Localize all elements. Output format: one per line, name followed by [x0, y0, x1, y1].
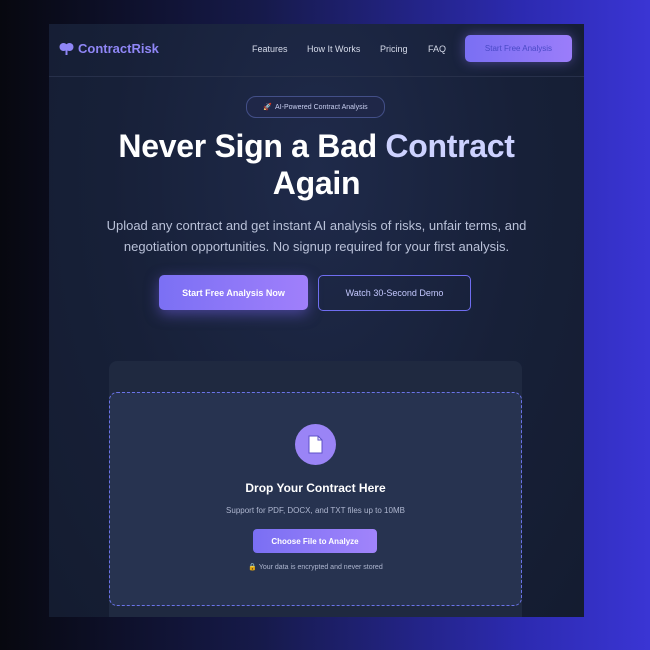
headline-part1: Never Sign a Bad [118, 128, 386, 164]
nav-start-analysis-button[interactable]: Start Free Analysis [465, 35, 572, 62]
security-note-text: Your data is encrypted and never stored [258, 564, 383, 571]
choose-file-button[interactable]: Choose File to Analyze [253, 529, 377, 553]
dropzone-title: Drop Your Contract Here [245, 481, 386, 495]
start-analysis-button[interactable]: Start Free Analysis Now [159, 275, 308, 310]
headline-part2: Again [272, 165, 361, 201]
hero-headline: Never Sign a Bad Contract Again [49, 128, 584, 202]
app-frame: ContractRisk Features How It Works Prici… [49, 24, 584, 617]
watch-demo-button[interactable]: Watch 30-Second Demo [318, 275, 471, 311]
nav-link-how-it-works[interactable]: How It Works [307, 44, 360, 54]
hero-badge-text: AI-Powered Contract Analysis [275, 103, 368, 111]
brand-name: ContractRisk [78, 41, 159, 56]
file-dropzone[interactable]: Drop Your Contract Here Support for PDF,… [109, 392, 522, 606]
brain-icon [59, 42, 74, 55]
dropzone-support-text: Support for PDF, DOCX, and TXT files up … [226, 506, 405, 515]
headline-accent: Contract [385, 128, 515, 164]
top-nav: ContractRisk Features How It Works Prici… [49, 24, 584, 77]
rocket-icon: 🚀 [263, 104, 273, 111]
document-icon [295, 424, 336, 465]
hero-badge: 🚀 AI-Powered Contract Analysis [246, 96, 385, 118]
nav-link-pricing[interactable]: Pricing [380, 44, 408, 54]
security-note: 🔒 Your data is encrypted and never store… [110, 563, 521, 571]
nav-link-faq[interactable]: FAQ [428, 44, 446, 54]
hero-subheadline: Upload any contract and get instant AI a… [106, 218, 527, 254]
brand-logo[interactable]: ContractRisk [59, 41, 159, 56]
lock-icon: 🔒 [248, 564, 257, 571]
nav-link-features[interactable]: Features [252, 44, 288, 54]
